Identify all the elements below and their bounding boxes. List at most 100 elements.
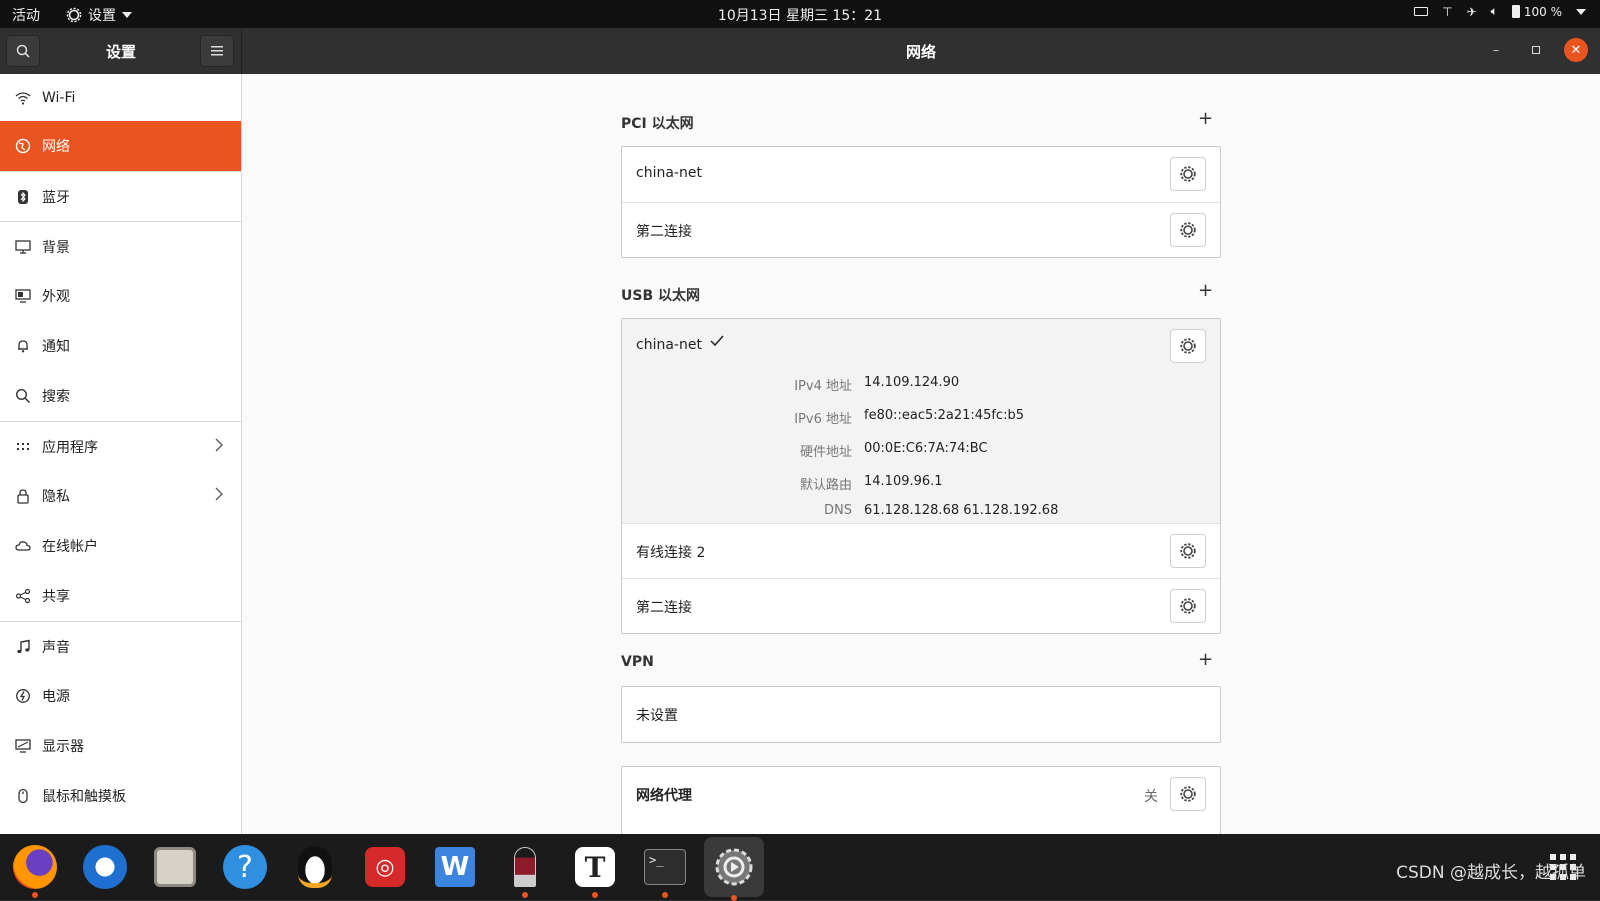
menu-button[interactable] (200, 35, 234, 67)
plus-icon: + (1198, 280, 1214, 301)
sidebar-item-power[interactable]: 电源 (0, 671, 241, 721)
network-proxy-settings-button[interactable] (1170, 777, 1206, 811)
qq-penguin-icon (298, 846, 332, 888)
add-vpn-button[interactable]: + (1198, 649, 1213, 670)
plus-icon: + (1198, 649, 1214, 670)
gear-icon (1180, 338, 1196, 354)
sidebar-item-label: 电源 (42, 689, 70, 705)
sidebar-item-wifi[interactable]: Wi-Fi (0, 74, 241, 121)
close-button[interactable]: ✕ (1564, 38, 1588, 62)
add-pci-connection-button[interactable]: + (1198, 108, 1213, 129)
sidebar-item-notifications[interactable]: 通知 (0, 321, 241, 371)
list-item[interactable]: 有线连接 2 (622, 523, 1220, 578)
chevron-right-icon (215, 487, 223, 505)
sidebar-item-bluetooth[interactable]: 蓝牙 (0, 171, 241, 221)
dock-firefox[interactable] (8, 840, 62, 898)
active-connection[interactable]: china-net IPv4 地址 14.109.124.90 IPv6 地址 … (622, 319, 1220, 523)
detail-key: IPv4 地址 (794, 379, 852, 394)
sidebar-title: 设置 (106, 43, 137, 61)
running-indicator (731, 895, 737, 901)
pci-ethernet-list: china-net 第二连接 (621, 146, 1221, 258)
settings-gear-icon (715, 848, 753, 886)
wps-writer-icon: W (435, 847, 475, 887)
sidebar: Wi-Fi 网络 蓝牙 背景 外观 通知 搜索 应用程序 隐私 在线帐户 共享 … (0, 74, 242, 834)
sidebar-item-label: 显示器 (42, 739, 84, 755)
sidebar-item-appearance[interactable]: 外观 (0, 271, 241, 321)
system-tray[interactable]: ⊤ ✈ 🔈︎ 100 % (1414, 4, 1586, 19)
sidebar-item-label: Wi-Fi (42, 89, 76, 106)
dock-files[interactable] (148, 840, 202, 894)
connection-name: 有线连接 2 (636, 545, 706, 561)
netease-music-icon: ◎ (365, 847, 405, 887)
connection-settings-button[interactable] (1170, 157, 1206, 191)
detail-key: 硬件地址 (799, 445, 852, 460)
thunderbird-icon (83, 845, 127, 889)
watermark: CSDN @越成长，越孤单 (1396, 863, 1586, 883)
appearance-icon (14, 287, 32, 305)
sidebar-item-mouse-touchpad[interactable]: 鼠标和触摸板 (0, 771, 241, 821)
sidebar-item-displays[interactable]: 显示器 (0, 721, 241, 771)
dock-wps-writer[interactable]: W (428, 840, 482, 894)
sidebar-item-label: 背景 (42, 239, 70, 256)
battery-percent: 100 % (1523, 4, 1562, 19)
dock-netease-music[interactable]: ◎ (358, 840, 412, 894)
detail-key: 默认路由 (799, 478, 852, 493)
detail-value: 00:0E:C6:7A:74:BC (864, 441, 988, 456)
display-icon (14, 737, 32, 755)
music-note-icon (14, 638, 32, 656)
sidebar-item-sharing[interactable]: 共享 (0, 571, 241, 621)
sidebar-item-privacy[interactable]: 隐私 (0, 471, 241, 521)
help-icon: ? (223, 845, 267, 889)
terminal-icon: >_ (644, 849, 686, 885)
add-usb-connection-button[interactable]: + (1198, 280, 1213, 301)
apps-grid-icon (14, 438, 32, 456)
list-item[interactable]: 第二连接 (622, 578, 1220, 633)
settings-window: 设置 网络 – ✕ Wi-Fi 网络 蓝牙 背景 外观 通知 搜索 应用程序 隐… (0, 28, 1600, 834)
connection-name: china-net (636, 165, 702, 181)
dock-typora[interactable]: T (568, 840, 622, 898)
sidebar-item-label: 应用程序 (42, 439, 98, 456)
network-proxy-row[interactable]: 网络代理 关 (622, 767, 1220, 822)
network-wired-icon: ⊤ (1442, 4, 1453, 19)
connection-settings-button[interactable] (1170, 329, 1206, 363)
search-button[interactable] (6, 35, 40, 67)
sidebar-item-label: 网络 (42, 139, 70, 155)
network-panel: PCI 以太网 + china-net 第二连接 USB 以太网 + china… (243, 74, 1600, 834)
gear-icon (1180, 543, 1196, 559)
sidebar-item-applications[interactable]: 应用程序 (0, 421, 241, 471)
detail-key: IPv6 地址 (794, 412, 852, 427)
detail-value: fe80::eac5:2a21:45fc:b5 (864, 408, 1024, 423)
pci-ethernet-title: PCI 以太网 (621, 116, 694, 132)
sidebar-item-label: 共享 (42, 589, 70, 605)
dock: ? ◎ W T >_ CSDN @越成长，越孤单 (0, 834, 1600, 901)
connection-settings-button[interactable] (1170, 589, 1206, 623)
maximize-button[interactable] (1524, 38, 1548, 62)
sidebar-item-label: 蓝牙 (42, 189, 70, 206)
lock-icon (14, 487, 32, 505)
battery-icon (1511, 5, 1520, 18)
network-proxy-label: 网络代理 (636, 788, 692, 804)
dock-wine[interactable] (498, 840, 552, 898)
sidebar-item-search[interactable]: 搜索 (0, 371, 241, 421)
connection-name: china-net (636, 337, 702, 353)
list-item[interactable]: china-net (622, 147, 1220, 202)
clock[interactable]: 10月13日 星期三 15：21 (0, 5, 1600, 25)
keyboard-icon (1414, 7, 1429, 16)
dock-thunderbird[interactable] (78, 840, 132, 894)
connection-settings-button[interactable] (1170, 534, 1206, 568)
list-item: 未设置 (622, 687, 1220, 742)
search-icon (16, 44, 30, 58)
sidebar-item-background[interactable]: 背景 (0, 221, 241, 271)
sidebar-item-online-accounts[interactable]: 在线帐户 (0, 521, 241, 571)
sidebar-item-network[interactable]: 网络 (0, 121, 241, 171)
dock-qq[interactable] (288, 840, 342, 894)
sidebar-item-sound[interactable]: 声音 (0, 621, 241, 671)
list-item[interactable]: 第二连接 (622, 202, 1220, 257)
dock-help[interactable]: ? (218, 840, 272, 894)
mouse-icon (14, 787, 32, 805)
detail-key: DNS (824, 503, 852, 518)
connection-settings-button[interactable] (1170, 213, 1206, 247)
minimize-button[interactable]: – (1484, 38, 1508, 62)
dock-settings[interactable] (704, 837, 764, 901)
dock-terminal[interactable]: >_ (638, 840, 692, 898)
